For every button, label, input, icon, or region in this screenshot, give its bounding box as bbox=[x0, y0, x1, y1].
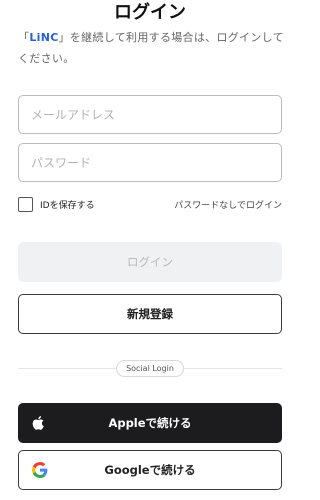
passwordless-login-link[interactable]: パスワードなしでログイン bbox=[174, 198, 282, 211]
login-button[interactable]: ログイン bbox=[18, 242, 282, 282]
save-id-label: IDを保存する bbox=[40, 201, 95, 211]
save-id-checkbox[interactable] bbox=[18, 197, 33, 212]
apple-login-button[interactable]: Appleで続ける bbox=[18, 403, 282, 443]
intro-prefix: 「 bbox=[18, 31, 30, 44]
intro-suffix: 」を継続して利用する場合は、ログインしてください。 bbox=[18, 31, 284, 65]
save-id-row[interactable]: IDを保存する bbox=[18, 196, 95, 213]
password-field[interactable] bbox=[18, 143, 282, 182]
google-login-button[interactable]: Googleで続ける bbox=[18, 450, 282, 490]
google-icon bbox=[32, 462, 48, 478]
google-login-label: Googleで続ける bbox=[104, 463, 196, 477]
intro-text: 「LiNC」を継続して利用する場合は、ログインしてください。 bbox=[18, 27, 284, 69]
apple-login-label: Appleで続ける bbox=[108, 416, 192, 430]
register-button[interactable]: 新規登録 bbox=[18, 294, 282, 334]
email-field[interactable] bbox=[18, 95, 282, 134]
brand-name: LiNC bbox=[29, 31, 59, 44]
social-login-label: Social Login bbox=[116, 360, 184, 377]
page-title: ログイン bbox=[114, 2, 186, 23]
apple-icon bbox=[32, 416, 44, 430]
